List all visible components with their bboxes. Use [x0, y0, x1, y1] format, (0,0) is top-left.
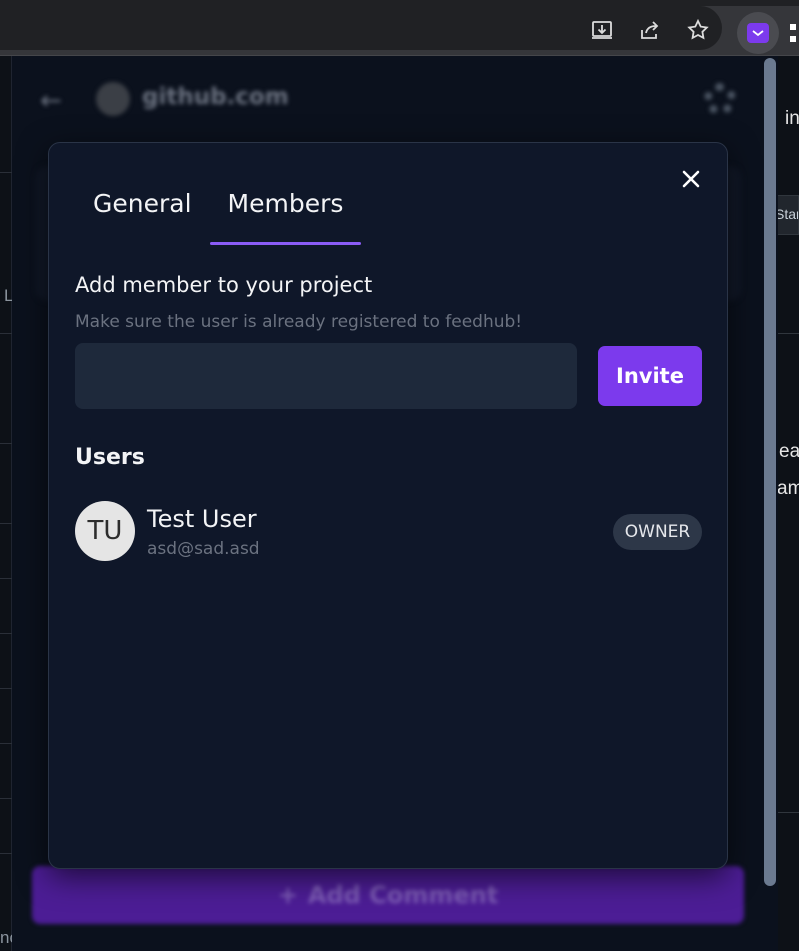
- close-icon: [682, 170, 700, 188]
- add-member-subtitle: Make sure the user is already registered…: [75, 312, 523, 332]
- feedhub-extension-button[interactable]: [737, 12, 779, 54]
- share-icon[interactable]: [638, 18, 662, 42]
- user-email: asd@sad.asd: [147, 539, 260, 559]
- background-divider: [0, 443, 12, 444]
- add-comment-label: Add Comment: [307, 881, 499, 909]
- user-row: TU Test User asd@sad.asd OWNER: [75, 501, 702, 563]
- background-divider: [0, 578, 12, 579]
- users-title: Users: [75, 445, 145, 470]
- popup-header: ← github.com: [12, 56, 762, 141]
- star-icon[interactable]: [686, 18, 710, 42]
- background-divider: [0, 743, 12, 744]
- background-text: ea: [779, 441, 799, 462]
- tab-members[interactable]: Members: [209, 183, 362, 245]
- background-divider: [0, 633, 12, 634]
- invite-button[interactable]: Invite: [598, 346, 702, 406]
- background-divider: [0, 688, 12, 689]
- role-badge: OWNER: [613, 514, 702, 550]
- tab-general[interactable]: General: [75, 183, 210, 245]
- member-email-input[interactable]: [75, 343, 577, 409]
- close-button[interactable]: [677, 165, 705, 193]
- gear-icon[interactable]: [704, 83, 736, 115]
- background-divider: [0, 333, 12, 334]
- background-text: am: [777, 478, 799, 499]
- background-left-edge: [0, 56, 12, 951]
- download-icon[interactable]: [590, 18, 614, 42]
- background-divider: [0, 853, 12, 854]
- back-arrow-icon[interactable]: ←: [40, 86, 62, 116]
- more-icon[interactable]: [789, 22, 799, 46]
- background-divider: [0, 172, 12, 173]
- popup-scrollbar-thumb[interactable]: [764, 58, 776, 886]
- user-name: Test User: [147, 505, 257, 533]
- background-text: in: [785, 108, 799, 129]
- settings-tabs: General Members: [75, 183, 362, 245]
- add-member-title: Add member to your project: [75, 273, 373, 297]
- plus-icon: +: [277, 881, 298, 909]
- site-name: github.com: [142, 84, 289, 110]
- project-settings-modal: General Members Add member to your proje…: [48, 142, 728, 869]
- feedhub-extension-icon: [747, 23, 769, 43]
- background-divider: [0, 798, 12, 799]
- background-page: [778, 56, 799, 951]
- github-logo-icon: [96, 82, 130, 116]
- background-divider: [0, 523, 12, 524]
- add-comment-button[interactable]: + Add Comment: [32, 866, 744, 924]
- avatar: TU: [75, 501, 135, 561]
